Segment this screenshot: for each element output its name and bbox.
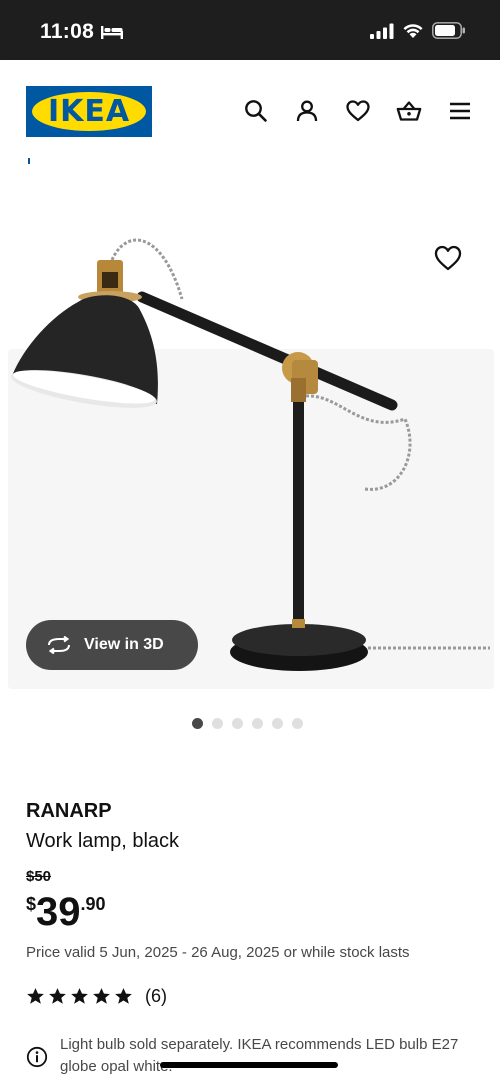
rating-stars <box>26 987 133 1006</box>
home-indicator[interactable] <box>160 1062 338 1068</box>
star-icon <box>27 988 44 1004</box>
carousel-dot[interactable] <box>212 718 223 729</box>
status-time: 11:08 <box>40 20 95 43</box>
view-in-3d-label: View in 3D <box>84 636 164 653</box>
star-icon <box>49 988 66 1004</box>
menu-icon[interactable] <box>447 98 473 124</box>
site-header: IKEA <box>0 60 500 164</box>
carousel-dot[interactable] <box>232 718 243 729</box>
star-icon <box>115 988 132 1004</box>
review-count: (6) <box>145 986 167 1006</box>
rotate-3d-icon <box>48 636 70 654</box>
price-integer: 39 <box>36 890 81 934</box>
profile-icon[interactable] <box>294 98 320 124</box>
sleep-mode-icon <box>101 26 123 39</box>
carousel-pagination <box>192 718 303 729</box>
carousel-dot[interactable] <box>192 718 203 729</box>
product-name: RANARP <box>26 800 112 822</box>
product-description: Work lamp, black <box>26 830 180 852</box>
view-in-3d-button[interactable]: View in 3D <box>26 620 198 670</box>
price-decimal: .90 <box>80 894 106 914</box>
star-icon <box>93 988 110 1004</box>
info-icon <box>26 1046 48 1068</box>
basket-icon[interactable] <box>396 98 422 124</box>
status-indicators <box>370 22 466 39</box>
battery-icon <box>432 22 465 39</box>
search-icon[interactable] <box>243 98 269 124</box>
product-image-gallery[interactable]: View in 3D <box>0 164 500 704</box>
signal-icon <box>370 23 394 39</box>
ikea-logo[interactable]: IKEA <box>26 86 152 137</box>
heart-icon[interactable] <box>345 98 371 124</box>
status-bar: 11:08 <box>0 0 500 60</box>
carousel-dot[interactable] <box>272 718 283 729</box>
carousel-dot[interactable] <box>292 718 303 729</box>
star-icon <box>71 988 88 1004</box>
bulb-notice: Light bulb sold separately. IKEA recomme… <box>26 1034 476 1078</box>
logo-text: IKEA <box>47 94 131 129</box>
bulb-notice-text: Light bulb sold separately. IKEA recomme… <box>60 1036 459 1075</box>
previous-price: $50 <box>26 868 52 885</box>
product-rating[interactable]: (6) <box>26 986 167 1007</box>
price-currency: $ <box>26 894 37 914</box>
carousel-dot[interactable] <box>252 718 263 729</box>
wifi-icon <box>403 24 423 38</box>
price-validity: Price valid 5 Jun, 2025 - 26 Aug, 2025 o… <box>26 944 410 961</box>
current-price: $39.90 <box>26 890 106 934</box>
